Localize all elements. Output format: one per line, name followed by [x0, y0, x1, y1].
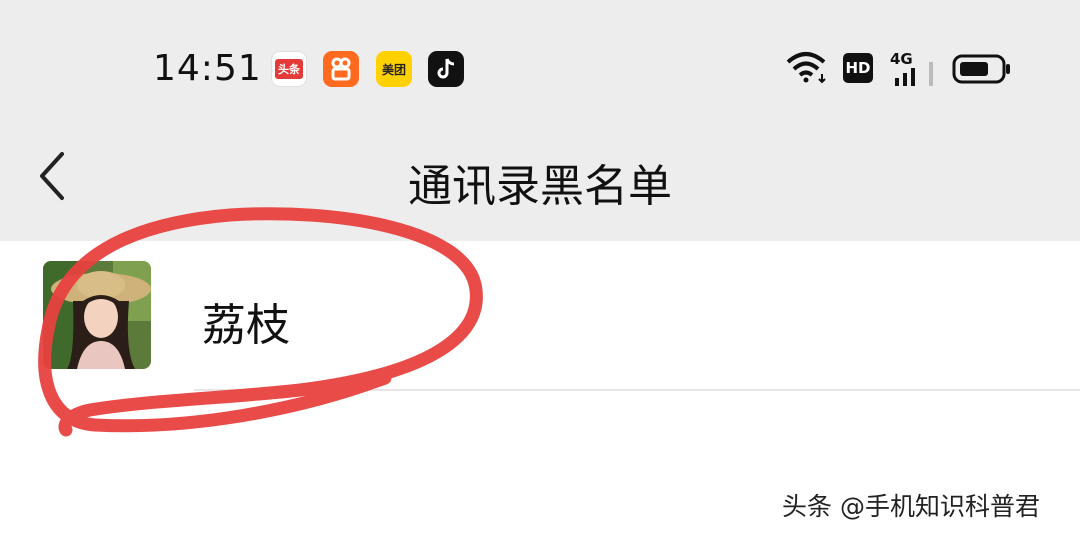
status-time: 14:51 — [153, 48, 262, 89]
divider — [194, 389, 1080, 391]
wifi-icon — [786, 52, 826, 84]
page-title: 通讯录黑名单 — [408, 161, 672, 212]
hd-badge: HD — [843, 53, 873, 83]
kuaishou-app-icon — [323, 51, 359, 87]
signal-icon — [895, 62, 933, 86]
avatar — [43, 261, 151, 369]
toutiao-app-icon: 头条 — [271, 51, 307, 87]
douyin-app-icon — [428, 51, 464, 87]
meituan-app-icon: 美团 — [376, 51, 412, 87]
watermark: 头条 @手机知识科普君 — [782, 492, 1040, 521]
contact-name: 荔枝 — [202, 300, 290, 351]
blacklist-row[interactable]: 荔枝 — [0, 241, 1080, 391]
battery-icon — [952, 54, 1010, 84]
header-area: 14:51 头条 美团 HD 4G 通讯录黑名单 — [0, 0, 1080, 241]
